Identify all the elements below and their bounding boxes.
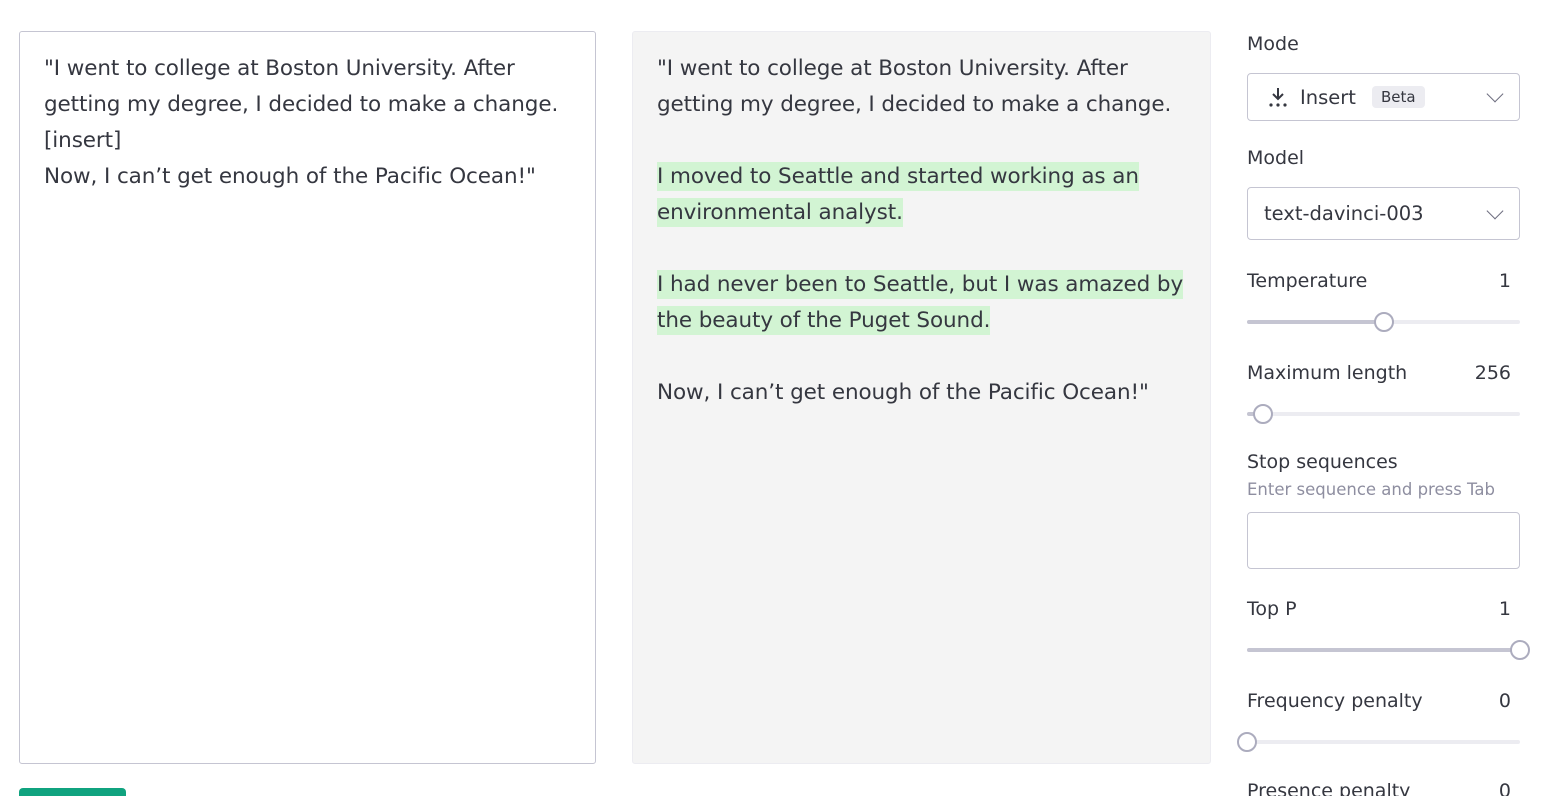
temperature-value[interactable]: 1 [1499, 270, 1511, 292]
temperature-slider[interactable] [1247, 312, 1520, 332]
beta-badge: Beta [1371, 86, 1425, 108]
completion-text: "I went to college at Boston University.… [633, 32, 1210, 430]
slider-thumb[interactable] [1253, 404, 1274, 424]
top-p-value[interactable]: 1 [1499, 598, 1511, 620]
prompt-text[interactable]: "I went to college at Boston University.… [20, 32, 595, 214]
mode-label: Mode [1247, 33, 1299, 55]
presence-penalty-value[interactable]: 0 [1499, 780, 1511, 796]
temperature-label: Temperature [1247, 270, 1368, 292]
frequency-penalty-slider[interactable] [1237, 732, 1520, 752]
model-value: text-davinci-003 [1264, 202, 1424, 225]
stop-sequences-hint: Enter sequence and press Tab [1247, 480, 1495, 499]
max-length-value[interactable]: 256 [1475, 362, 1511, 384]
prompt-input-pane[interactable]: "I went to college at Boston University.… [19, 31, 596, 764]
max-length-label: Maximum length [1247, 362, 1408, 384]
model-select[interactable]: text-davinci-003 [1247, 187, 1520, 240]
slider-thumb[interactable] [1237, 732, 1257, 752]
output-paragraph-inserted: I had never been to Seattle, but I was a… [657, 267, 1186, 339]
submit-button[interactable] [19, 788, 126, 796]
inserted-text-highlight: I had never been to Seattle, but I was a… [657, 270, 1184, 335]
frequency-penalty-label: Frequency penalty [1247, 690, 1423, 712]
frequency-penalty-value[interactable]: 0 [1499, 690, 1511, 712]
output-paragraph: Now, I can’t get enough of the Pacific O… [657, 380, 1149, 405]
max-length-slider[interactable] [1247, 404, 1520, 424]
model-label: Model [1247, 147, 1305, 169]
inserted-text-highlight: I moved to Seattle and started working a… [657, 162, 1139, 227]
output-paragraph-inserted: I moved to Seattle and started working a… [657, 159, 1186, 231]
chevron-down-icon [1486, 202, 1504, 219]
slider-thumb[interactable] [1373, 312, 1394, 332]
output-paragraph: "I went to college at Boston University.… [657, 56, 1172, 117]
insert-icon [1268, 86, 1288, 108]
top-p-label: Top P [1247, 598, 1297, 620]
completion-output-pane: "I went to college at Boston University.… [632, 31, 1211, 764]
stop-sequences-label: Stop sequences [1247, 451, 1398, 473]
stop-sequences-input[interactable] [1247, 512, 1520, 569]
presence-penalty-label: Presence penalty [1247, 780, 1411, 796]
mode-select[interactable]: Insert Beta [1247, 73, 1520, 121]
chevron-down-icon [1486, 85, 1504, 103]
slider-thumb[interactable] [1510, 640, 1530, 660]
mode-value: Insert [1300, 85, 1356, 109]
top-p-slider[interactable] [1247, 640, 1530, 660]
